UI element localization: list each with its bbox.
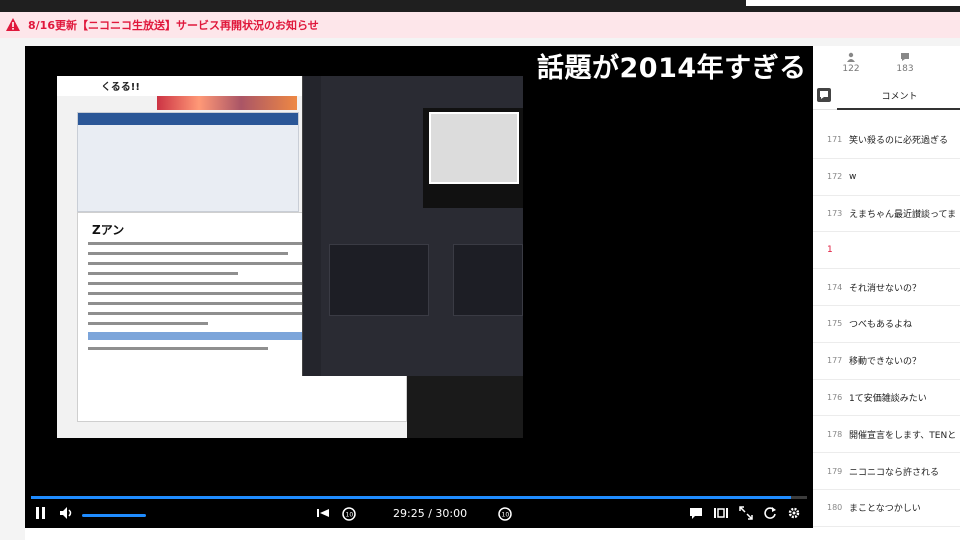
comment-row[interactable]: 173 えまちゃん最近讃談ってま	[813, 196, 960, 233]
fullscreen-comment-icon[interactable]	[713, 506, 729, 525]
comment-text: w	[849, 171, 857, 182]
expand-icon[interactable]	[739, 506, 753, 525]
comment-text: えまちゃん最近讃談ってま	[849, 209, 957, 220]
comment-number: 1	[827, 245, 833, 256]
doc-heading: くるる!!	[101, 82, 140, 93]
comment-tabs: コメント	[813, 84, 960, 110]
comment-number: 175	[827, 319, 843, 329]
pause-icon[interactable]	[35, 506, 47, 525]
reload-icon[interactable]	[763, 506, 777, 525]
viewer-count-value: 122	[842, 64, 860, 74]
comment-row[interactable]: 1	[813, 232, 960, 270]
comment-number: 173	[827, 208, 843, 218]
editor-ribbon	[77, 112, 299, 212]
comment-number: 179	[827, 466, 843, 476]
svg-text:10: 10	[346, 512, 354, 519]
comment-text: 1て安価雑談みたい	[849, 393, 927, 404]
notice-banner[interactable]: 8/16更新【ニコニコ生放送】サービス再開状況のお知らせ	[0, 12, 960, 38]
skip-to-start-icon[interactable]	[316, 506, 330, 525]
comment-list: 171 笑い殺るのに必死過ぎる 172 w 173 えまちゃん最近讃談ってま 1 174 それ消…	[813, 122, 960, 527]
below-player-bar	[25, 528, 813, 540]
search-box[interactable]	[746, 0, 960, 6]
page-heading: Zアン	[92, 223, 125, 237]
comment-row[interactable]: 171 笑い殺るのに必死過ぎる	[813, 122, 960, 159]
comment-row[interactable]: 172 w	[813, 159, 960, 196]
comment-text: それ消せないの？	[849, 283, 922, 294]
stats-bar: 122 183	[813, 46, 960, 84]
image-strip	[157, 96, 297, 110]
seek-bar-fill	[31, 496, 791, 499]
comment-icon[interactable]	[689, 506, 703, 525]
comment-row[interactable]: 179 ニコニコなら許される	[813, 453, 960, 490]
comment-number: 178	[827, 429, 843, 439]
comment-number: 174	[827, 282, 843, 292]
comment-count-icon	[885, 52, 925, 64]
svg-text:10: 10	[502, 512, 510, 519]
tab-comments[interactable]: コメント	[839, 89, 960, 102]
person-icon	[831, 52, 871, 64]
comment-text: まことなつかしい	[849, 504, 921, 515]
comment-row[interactable]: 176 1て安価雑談みたい	[813, 380, 960, 417]
comment-row[interactable]: 178 開催宣言をします、TENと	[813, 416, 960, 454]
rewind-10-icon[interactable]: 10	[341, 506, 357, 527]
volume-slider[interactable]	[82, 514, 146, 517]
comment-row[interactable]: 180 まことなつかしい	[813, 490, 960, 527]
streaming-app	[302, 76, 523, 376]
video-player[interactable]: くるる!! Zアン 話題が2014年すぎる 10 29:25 / 30:00 1…	[25, 46, 813, 528]
player-controls: 10 29:25 / 30:00 10	[25, 502, 813, 528]
forward-10-icon[interactable]: 10	[497, 506, 513, 527]
time-display: 29:25 / 30:00	[393, 507, 468, 520]
comment-number: 171	[827, 135, 843, 145]
warning-icon	[6, 18, 22, 32]
comment-number: 176	[827, 392, 843, 402]
comment-text: つべもあるよね	[849, 320, 913, 331]
comment-row[interactable]: 177 移動できないの？	[813, 343, 960, 380]
comment-number: 172	[827, 172, 843, 182]
seek-bar[interactable]	[31, 496, 807, 499]
volume-icon[interactable]	[59, 506, 75, 525]
comment-tab-icon	[817, 88, 831, 102]
video-overlay-title: 話題が2014年すぎる	[537, 53, 807, 84]
video-frame: くるる!! Zアン	[57, 76, 523, 438]
comment-text: 開催宣言をします、TENと	[849, 430, 957, 441]
comment-row[interactable]: 175 つべもあるよね	[813, 306, 960, 343]
comment-text: 笑い殺るのに必死過ぎる	[849, 136, 949, 147]
comment-row[interactable]: 174 それ消せないの？	[813, 269, 960, 306]
comment-number: 180	[827, 503, 843, 513]
top-bar	[0, 0, 960, 12]
settings-icon[interactable]	[787, 506, 801, 525]
notice-text[interactable]: 8/16更新【ニコニコ生放送】サービス再開状況のお知らせ	[28, 17, 319, 33]
comment-count-value: 183	[896, 64, 914, 74]
viewer-count: 122	[831, 52, 871, 74]
comment-panel: 122 183 コメント 171 笑い殺るのに必死過ぎる 172 w 173 えまちゃん最…	[813, 46, 960, 540]
comment-text: ニコニコなら許される	[849, 467, 940, 478]
tab-active-indicator	[837, 108, 960, 110]
comment-number: 177	[827, 356, 843, 366]
comment-text: 移動できないの？	[849, 357, 922, 368]
comment-count: 183	[885, 52, 925, 74]
